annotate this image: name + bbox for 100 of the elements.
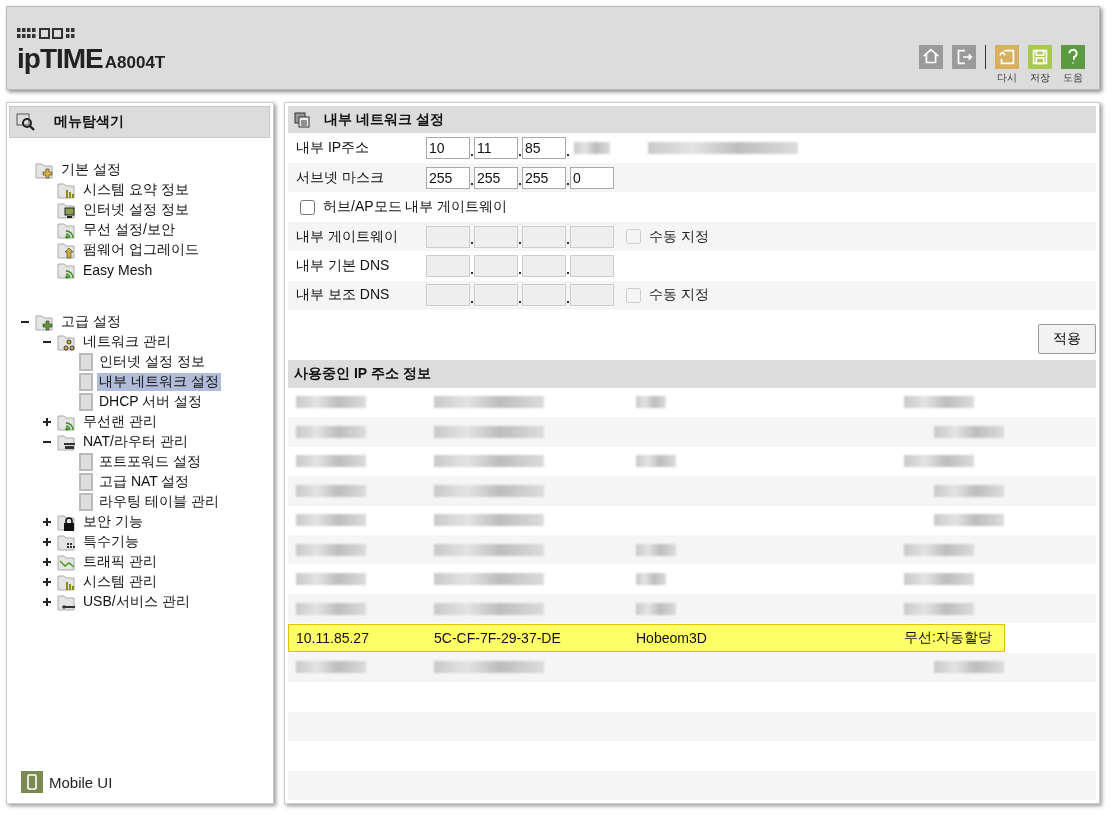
tree-item[interactable]: 기본 설정: [59, 161, 123, 179]
field-label: 내부 IP주소: [296, 139, 371, 158]
lock-folder-icon: [57, 513, 77, 531]
tree-item[interactable]: 보안 기능: [81, 513, 145, 531]
expand-toggle[interactable]: [43, 418, 51, 426]
tree-item[interactable]: 시스템 요약 정보: [81, 181, 191, 199]
wifi-folder-icon: [57, 221, 77, 239]
network-folder-icon: [57, 333, 77, 351]
page-icon: [79, 493, 93, 511]
collapse-toggle[interactable]: [43, 338, 51, 346]
collapse-toggle[interactable]: [21, 318, 29, 326]
tree-item[interactable]: Easy Mesh: [81, 262, 155, 278]
page-icon: [79, 473, 93, 491]
sidebar-title: 메뉴탐색기: [54, 113, 124, 131]
page-icon: [79, 393, 93, 411]
table-cell-text: Hobeom3D: [636, 630, 708, 647]
dot-separator: [567, 183, 569, 186]
tree-item[interactable]: 라우팅 테이블 관리: [97, 493, 221, 511]
dot-separator: [471, 301, 473, 304]
router-folder-icon: [57, 433, 77, 451]
tree-item[interactable]: 무선랜 관리: [81, 413, 159, 431]
upload-folder-icon: [57, 241, 77, 259]
tree-item[interactable]: 네트워크 관리: [81, 333, 173, 351]
table-cell-text: 무선:자동할당: [904, 629, 993, 648]
dot-separator: [471, 183, 473, 186]
octet-field[interactable]: 255: [474, 166, 518, 189]
checkbox[interactable]: [300, 199, 315, 215]
chart-folder-icon: [57, 573, 77, 591]
wifi-folder-icon: [57, 413, 77, 431]
wifi-folder-icon: [57, 261, 77, 279]
expand-toggle[interactable]: [43, 518, 51, 526]
dot-separator: [519, 153, 521, 156]
graph-folder-icon: [57, 553, 77, 571]
table-row[interactable]: [288, 534, 1096, 565]
field-label: 내부 보조 DNS: [296, 286, 391, 305]
usb-folder-icon: [57, 593, 77, 611]
table-row[interactable]: [288, 652, 1096, 683]
dot-separator: [519, 271, 521, 274]
page-icon: [79, 373, 93, 391]
tree-item[interactable]: USB/서비스 관리: [81, 593, 192, 611]
tree-item[interactable]: NAT/라우터 관리: [81, 433, 190, 451]
tree-item[interactable]: DHCP 서버 설정: [97, 393, 205, 411]
tree-item[interactable]: 시스템 관리: [81, 573, 159, 591]
checkbox-label: 수동 지정: [649, 227, 709, 246]
home-button[interactable]: [919, 45, 943, 69]
dot-separator: [567, 242, 569, 245]
dot-separator: [471, 271, 473, 274]
page-icon: [79, 353, 93, 371]
save-button[interactable]: [1028, 45, 1052, 69]
octet-field[interactable]: 0: [570, 166, 614, 189]
dot-separator: [519, 301, 521, 304]
tool-label: 다시: [997, 71, 1017, 85]
tree-item[interactable]: 고급 NAT 설정: [97, 473, 192, 491]
expand-toggle[interactable]: [43, 558, 51, 566]
table-row[interactable]: [288, 476, 1096, 506]
octet-field[interactable]: 10: [426, 137, 470, 160]
table-row[interactable]: [288, 593, 1096, 624]
tree-item[interactable]: 펌웨어 업그레이드: [81, 241, 201, 259]
dot-separator: [567, 153, 569, 156]
tree-item[interactable]: 무선 설정/보안: [81, 221, 177, 239]
octet-field[interactable]: 11: [474, 137, 518, 160]
field-label: 내부 기본 DNS: [296, 257, 391, 275]
folder-icon: [35, 161, 55, 179]
section-title: 내부 네트워크 설정: [324, 110, 444, 129]
dot-separator: [471, 242, 473, 245]
model-name: A8004T: [104, 53, 166, 72]
tree-item[interactable]: 인터넷 설정 정보: [97, 353, 207, 371]
dot-separator: [567, 301, 569, 304]
logout-button[interactable]: [952, 45, 976, 69]
expand-toggle[interactable]: [43, 598, 51, 606]
search-icon: [16, 113, 36, 131]
octet-field[interactable]: 255: [522, 166, 566, 189]
apply-button[interactable]: 적용: [1038, 324, 1096, 355]
tree-item[interactable]: 특수기능: [81, 533, 141, 551]
tool-label: 저장: [1030, 71, 1050, 85]
tree-item[interactable]: 포트포워드 설정: [97, 453, 203, 471]
folder-icon: [35, 313, 55, 331]
collapse-toggle[interactable]: [43, 438, 51, 446]
grid-folder-icon: [57, 533, 77, 551]
undo-button[interactable]: [995, 45, 1019, 69]
table-cell-text: 5C-CF-7F-29-37-DE: [434, 630, 562, 647]
phone-icon: [21, 771, 43, 793]
table-row[interactable]: [288, 417, 1096, 447]
tool-label: 도움: [1063, 71, 1083, 85]
mobile-ui-link[interactable]: Mobile UI: [49, 773, 113, 791]
windows-icon: [294, 111, 310, 128]
tree-item[interactable]: 트래픽 관리: [81, 553, 159, 571]
field-label: 서브넷 마스크: [296, 168, 385, 187]
table-cell-text: 10.11.85.27: [296, 630, 370, 647]
octet-field[interactable]: 85: [522, 137, 566, 160]
tree-item[interactable]: 인터넷 설정 정보: [81, 201, 191, 219]
dot-separator: [519, 242, 521, 245]
brand-logo: ipTIME: [17, 43, 103, 74]
tree-item[interactable]: 내부 네트워크 설정: [97, 373, 221, 391]
tree-item[interactable]: 고급 설정: [59, 313, 123, 331]
checkbox-label: 허브/AP모드 내부 게이트웨이: [323, 198, 508, 217]
octet-field[interactable]: 255: [426, 166, 470, 189]
expand-toggle[interactable]: [43, 578, 51, 586]
help-button[interactable]: [1061, 45, 1085, 69]
expand-toggle[interactable]: [43, 538, 51, 546]
